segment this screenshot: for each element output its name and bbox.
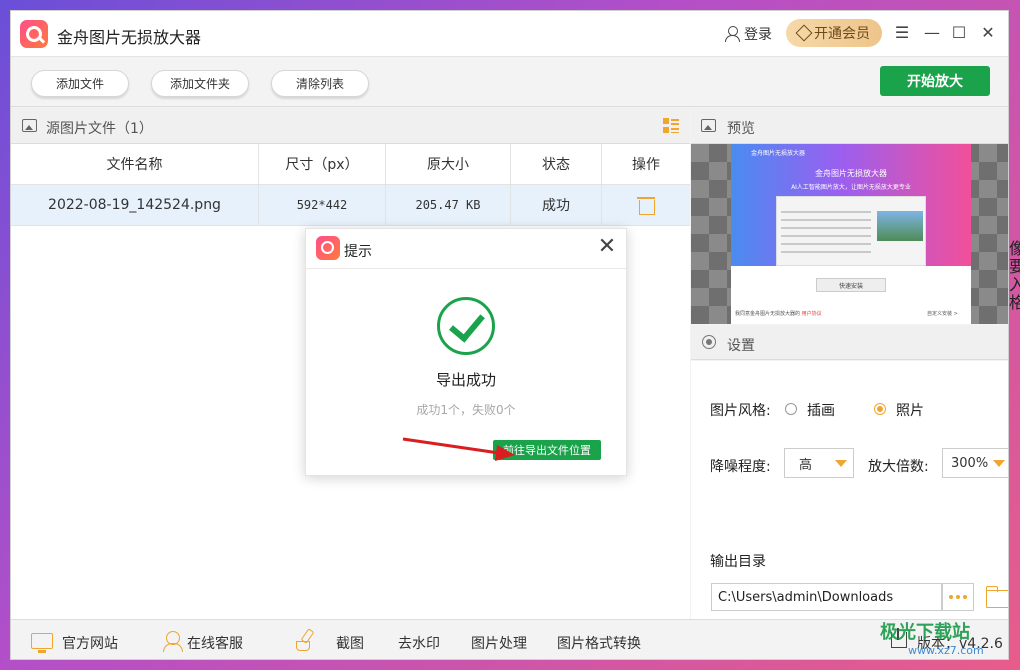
dialog-title: 提示 bbox=[344, 244, 372, 260]
bottom-bar: 官方网站 在线客服 截图 去水印 图片处理 图片格式转换 版本：v4.2.6 bbox=[11, 619, 1008, 659]
trash-icon[interactable] bbox=[637, 196, 655, 215]
settings-panel: 图片风格: 插画 照片 降噪程度: 高 放大倍数: 300% 输出目录 C:\U… bbox=[691, 361, 1008, 619]
brush-icon bbox=[296, 629, 316, 651]
preview-banner: 金舟图片无损放大器 金舟图片无损放大器 AI人工智能图片放大，让图片无损放大更专… bbox=[731, 144, 971, 266]
cell-size: 592*442 bbox=[259, 185, 386, 225]
chevron-down-icon bbox=[835, 460, 847, 467]
preview-mini-subline: AI人工智能图片放大，让图片无损放大更专业 bbox=[791, 184, 911, 191]
clear-list-button[interactable]: 清除列表 bbox=[271, 70, 369, 97]
preview-header: 预览 bbox=[691, 108, 1008, 144]
settings-header: 设置 bbox=[691, 325, 1008, 360]
scale-select[interactable]: 300% bbox=[942, 448, 1008, 478]
preview-area: 金舟图片无损放大器 金舟图片无损放大器 AI人工智能图片放大，让图片无损放大更专… bbox=[691, 144, 1008, 324]
col-header-action: 操作 bbox=[632, 157, 660, 173]
image-icon bbox=[22, 119, 37, 132]
style-option-illustration[interactable]: 插画 bbox=[807, 400, 835, 420]
vip-button[interactable]: 开通会员 bbox=[786, 19, 882, 47]
preview-mini-headline: 金舟图片无损放大器 bbox=[815, 169, 887, 178]
background-text: 像 要 入 格 bbox=[1009, 239, 1020, 312]
cell-file-name: 2022-08-19_142524.png bbox=[11, 185, 259, 225]
preview-title: 预览 bbox=[727, 121, 755, 137]
output-path-input[interactable]: C:\Users\admin\Downloads bbox=[711, 583, 942, 611]
col-header-size: 尺寸（px） bbox=[259, 144, 386, 184]
col-header-status: 状态 bbox=[511, 144, 602, 184]
file-panel-title: 源图片文件（1） bbox=[46, 121, 153, 137]
folder-icon[interactable] bbox=[986, 586, 1008, 608]
table-header: 文件名称 尺寸（px） 原大小 状态 操作 bbox=[11, 144, 690, 185]
site-url: www.xz7.com bbox=[908, 644, 984, 657]
site-logo-text: 极光下载站 bbox=[880, 622, 970, 643]
output-label: 输出目录 bbox=[710, 554, 766, 570]
dialog-close-icon[interactable]: ✕ bbox=[596, 236, 618, 259]
preview-mini-agree: 我同意金舟图片无损放大器的 用户协议 bbox=[735, 311, 822, 317]
remove-watermark-link[interactable]: 去水印 bbox=[398, 633, 440, 653]
title-bar: 金舟图片无损放大器 登录 开通会员 ☰ — ☐ ✕ bbox=[11, 11, 1008, 57]
chevron-down-icon bbox=[993, 460, 1005, 467]
table-row[interactable]: 2022-08-19_142524.png 592*442 205.47 KB … bbox=[11, 185, 690, 226]
scale-value: 300% bbox=[951, 455, 989, 471]
format-convert-link[interactable]: 图片格式转换 bbox=[557, 633, 641, 653]
col-header-name: 文件名称 bbox=[11, 144, 259, 184]
add-folder-button[interactable]: 添加文件夹 bbox=[151, 70, 249, 97]
add-file-button[interactable]: 添加文件 bbox=[31, 70, 129, 97]
style-label: 图片风格: bbox=[710, 403, 771, 419]
user-icon bbox=[725, 26, 740, 42]
maximize-icon[interactable]: ☐ bbox=[948, 21, 970, 45]
preview-image: 金舟图片无损放大器 金舟图片无损放大器 AI人工智能图片放大，让图片无损放大更专… bbox=[731, 144, 971, 324]
dialog-message: 导出成功 bbox=[435, 371, 496, 389]
app-title: 金舟图片无损放大器 bbox=[57, 28, 202, 47]
style-radio-illustration[interactable] bbox=[785, 403, 797, 415]
denoise-value: 高 bbox=[799, 457, 813, 473]
denoise-select[interactable]: 高 bbox=[784, 448, 854, 478]
red-arrow-annotation bbox=[402, 437, 515, 461]
site-watermark: 极光下载站 www.xz7.com bbox=[880, 618, 984, 657]
diamond-icon bbox=[795, 24, 813, 42]
dialog-detail: 成功1个，失败0个 bbox=[416, 403, 516, 417]
preview-image-icon bbox=[701, 119, 716, 132]
support-link[interactable]: 在线客服 bbox=[187, 633, 243, 653]
cell-action bbox=[602, 185, 690, 225]
app-window: 金舟图片无损放大器 登录 开通会员 ☰ — ☐ ✕ 添加文件 添加文件夹 清除列… bbox=[10, 10, 1009, 660]
app-logo-icon bbox=[20, 20, 48, 48]
settings-title: 设置 bbox=[727, 338, 755, 354]
success-check-icon bbox=[437, 297, 495, 355]
list-view-icon[interactable] bbox=[663, 118, 679, 133]
support-icon bbox=[163, 631, 183, 652]
scale-label: 放大倍数: bbox=[868, 459, 929, 475]
cell-orig-size: 205.47 KB bbox=[386, 185, 511, 225]
style-radio-photo[interactable] bbox=[874, 403, 886, 415]
settings-icon bbox=[702, 335, 716, 349]
style-option-photo[interactable]: 照片 bbox=[896, 400, 924, 420]
browse-more-button[interactable] bbox=[942, 583, 974, 611]
toolbar: 添加文件 添加文件夹 清除列表 开始放大 bbox=[11, 58, 1008, 107]
denoise-label: 降噪程度: bbox=[710, 459, 771, 475]
monitor-icon bbox=[31, 633, 53, 653]
preview-mini-title: 金舟图片无损放大器 bbox=[751, 150, 806, 157]
close-icon[interactable]: ✕ bbox=[977, 21, 999, 45]
preview-mini-install: 快速安装 bbox=[816, 278, 886, 292]
website-link[interactable]: 官方网站 bbox=[62, 633, 118, 653]
menu-icon[interactable]: ☰ bbox=[891, 21, 913, 45]
cell-status: 成功 bbox=[511, 185, 602, 225]
file-panel-header: 源图片文件（1） bbox=[11, 108, 690, 144]
login-button[interactable]: 登录 bbox=[725, 24, 772, 44]
dialog-logo-icon bbox=[316, 236, 340, 260]
dialog-header: 提示 ✕ bbox=[306, 229, 626, 269]
preview-mini-window bbox=[776, 196, 926, 266]
image-process-link[interactable]: 图片处理 bbox=[471, 633, 527, 653]
screenshot-link[interactable]: 截图 bbox=[336, 633, 364, 653]
vip-label: 开通会员 bbox=[814, 26, 870, 42]
col-header-orig: 原大小 bbox=[386, 144, 511, 184]
start-enlarge-button[interactable]: 开始放大 bbox=[880, 66, 990, 96]
preview-mini-custom: 自定义安装 > bbox=[927, 311, 958, 317]
minimize-icon[interactable]: — bbox=[921, 21, 943, 45]
login-label: 登录 bbox=[744, 27, 772, 43]
